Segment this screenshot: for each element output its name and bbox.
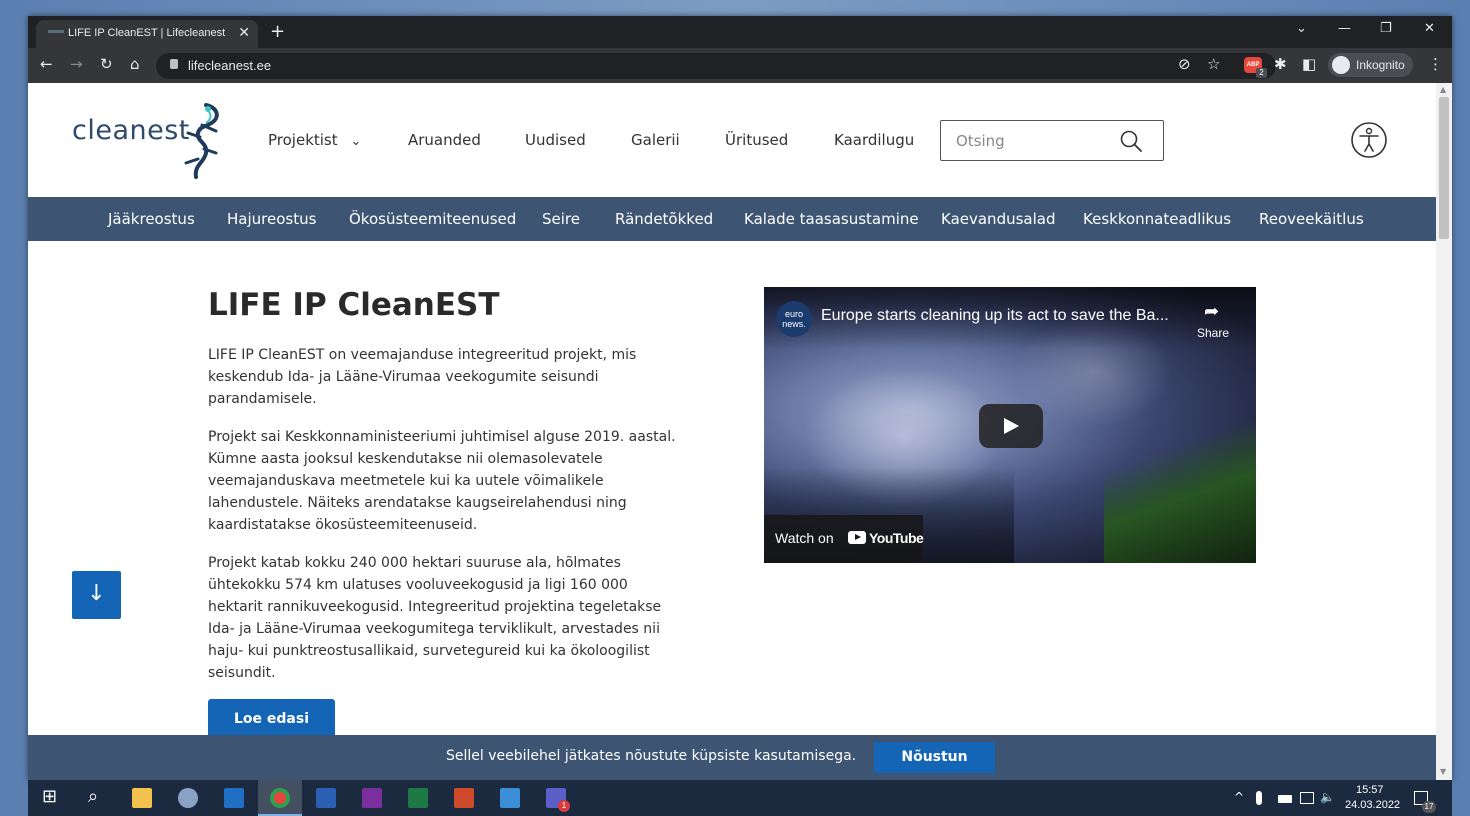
cookie-text: Sellel veebilehel jätkates nõustute küps… [446,748,857,764]
logo-text: cleanest [72,115,190,146]
subnav-reoveekaitlus[interactable]: Reoveekäitlus [1259,210,1364,228]
new-tab-button[interactable]: + [270,21,285,42]
incognito-label: Inkognito [1356,58,1405,72]
scrollbar-thumb[interactable] [1439,97,1449,239]
home-icon[interactable]: ⌂ [130,55,140,73]
clock-date[interactable]: 24.03.2022 [1345,799,1400,811]
lizard-logo-icon [184,103,219,179]
adblock-badge: 2 [1256,68,1267,78]
nav-galerii[interactable]: Galerii [631,131,680,149]
browser-toolbar: ← → ↻ ⌂ lifecleanest.ee ⊘ ☆ ABP 2 ✱ ◧ In… [28,48,1452,83]
outlook-icon[interactable] [224,788,244,808]
video-thumbnail-grass [1104,407,1256,563]
bookmark-star-icon[interactable]: ☆ [1207,55,1220,73]
excel-icon[interactable] [408,788,428,808]
search-icon[interactable]: ⌕ [88,786,98,807]
browser-window: LIFE IP CleanEST | Lifecleanest ✕ + ⌄ — … [28,16,1452,780]
page-scrollbar[interactable]: ▲ ▼ [1436,83,1452,780]
accessibility-icon[interactable] [1350,121,1388,159]
nav-kaardilugu[interactable]: Kaardilugu [834,131,914,149]
subnav-kalade-taasasustamine[interactable]: Kalade taasasustamine [744,210,919,228]
search-input[interactable]: Otsing [940,120,1164,161]
reload-icon[interactable]: ↻ [100,55,113,73]
youtube-video-embed[interactable]: euro news. Europe starts cleaning up its… [764,287,1256,563]
chrome-icon[interactable] [270,788,290,808]
scroll-up-icon[interactable]: ▲ [1440,85,1446,94]
cookie-banner: Sellel veebilehel jätkates nõustute küps… [28,735,1436,780]
subnav-jaakreostus[interactable]: Jääkreostus [108,210,195,228]
play-button[interactable] [979,404,1043,448]
onenote-icon[interactable] [362,788,382,808]
tab-strip: LIFE IP CleanEST | Lifecleanest ✕ + ⌄ — … [28,16,1452,48]
share-label[interactable]: Share [1197,326,1229,340]
microphone-icon[interactable] [1256,791,1262,805]
subnav-keskkonnateadlikus[interactable]: Keskkonnateadlikus [1083,210,1231,228]
file-explorer-icon[interactable] [132,788,152,808]
extensions-puzzle-icon[interactable]: ✱ [1274,55,1287,73]
web-page: cleanest Projektist ⌄ Aruanded Uudised G… [28,83,1436,780]
eye-off-icon[interactable]: ⊘ [1178,55,1191,73]
watch-on-label: Watch on [775,530,834,546]
share-icon[interactable]: ➦ [1204,301,1219,322]
accept-cookies-button[interactable]: Nõustun [874,742,995,773]
scroll-down-button[interactable]: ↓ [72,571,121,619]
page-title: LIFE IP CleanEST [208,287,500,323]
minimize-button[interactable]: — [1338,21,1351,36]
search-icon[interactable] [1119,129,1143,153]
notifications-badge: 17 [1422,801,1436,813]
watch-on-youtube-button[interactable]: Watch on YouTube [764,515,924,563]
restore-button[interactable]: ❐ [1380,21,1392,36]
nav-projektist[interactable]: Projektist ⌄ [268,131,361,149]
url-text: lifecleanest.ee [188,58,272,73]
volume-icon[interactable]: 🔈 [1320,790,1335,804]
browser-tab[interactable]: LIFE IP CleanEST | Lifecleanest ✕ [36,20,258,48]
youtube-wordmark: YouTube [869,530,924,546]
tray-chevron-icon[interactable]: ^ [1234,790,1244,804]
windows-taskbar: ⊞ ⌕ 1 ^ 🔈 15:57 24.03.2022 17 [28,780,1452,816]
close-window-button[interactable]: ✕ [1424,21,1435,36]
subnav-randetokked[interactable]: Rändetõkked [615,210,713,228]
arrow-down-icon: ↓ [87,581,106,606]
nav-aruanded[interactable]: Aruanded [408,131,481,149]
play-icon [1004,418,1019,434]
powerpoint-icon[interactable] [454,788,474,808]
video-title[interactable]: Europe starts cleaning up its act to sav… [821,307,1169,325]
intro-paragraph: LIFE IP CleanEST on veemajanduse integre… [208,347,637,407]
teams-badge: 1 [558,800,570,812]
nav-uudised[interactable]: Uudised [525,131,586,149]
windows-start-icon[interactable]: ⊞ [42,786,57,807]
lock-icon [170,59,178,69]
tab-title: LIFE IP CleanEST | Lifecleanest [68,27,226,39]
subnav-kaevandusalad[interactable]: Kaevandusalad [941,210,1056,228]
remote-desktop-icon[interactable] [500,788,520,808]
scroll-down-icon[interactable]: ▼ [1440,767,1446,776]
tab-search-chevron-icon[interactable]: ⌄ [1296,21,1307,36]
topic-navigation: Jääkreostus Hajureostus Ökosüsteemiteenu… [28,197,1436,241]
subnav-seire[interactable]: Seire [542,210,580,228]
clock-time[interactable]: 15:57 [1356,784,1384,796]
youtube-logo-icon [848,531,866,544]
search-placeholder: Otsing [956,132,1005,150]
favicon-icon [48,30,64,33]
back-icon[interactable]: ← [40,55,53,73]
network-icon[interactable] [1300,792,1314,804]
side-panel-icon[interactable]: ◧ [1302,55,1316,73]
euronews-channel-icon[interactable]: euro news. [776,301,812,337]
subnav-hajureostus[interactable]: Hajureostus [227,210,316,228]
scope-paragraph: Projekt katab kokku 240 000 hektari suur… [208,555,662,681]
incognito-icon [1332,56,1350,74]
tab-close-icon[interactable]: ✕ [238,25,250,41]
history-paragraph: Projekt sai Keskkonnaministeeriumi juhti… [208,429,676,533]
battery-icon[interactable] [1278,795,1292,803]
chevron-down-icon: ⌄ [350,134,362,149]
forward-icon[interactable]: → [70,55,83,73]
nav-uritused[interactable]: Üritused [725,131,788,149]
snipping-tool-icon[interactable] [178,788,198,808]
nav-label: Projektist [268,131,338,149]
word-icon[interactable] [316,788,336,808]
incognito-indicator[interactable]: Inkognito [1328,53,1413,77]
address-bar[interactable]: lifecleanest.ee [156,53,1276,79]
subnav-okosusteemiteenused[interactable]: Ökosüsteemiteenused [349,210,516,228]
menu-kebab-icon[interactable]: ⋮ [1428,55,1443,73]
